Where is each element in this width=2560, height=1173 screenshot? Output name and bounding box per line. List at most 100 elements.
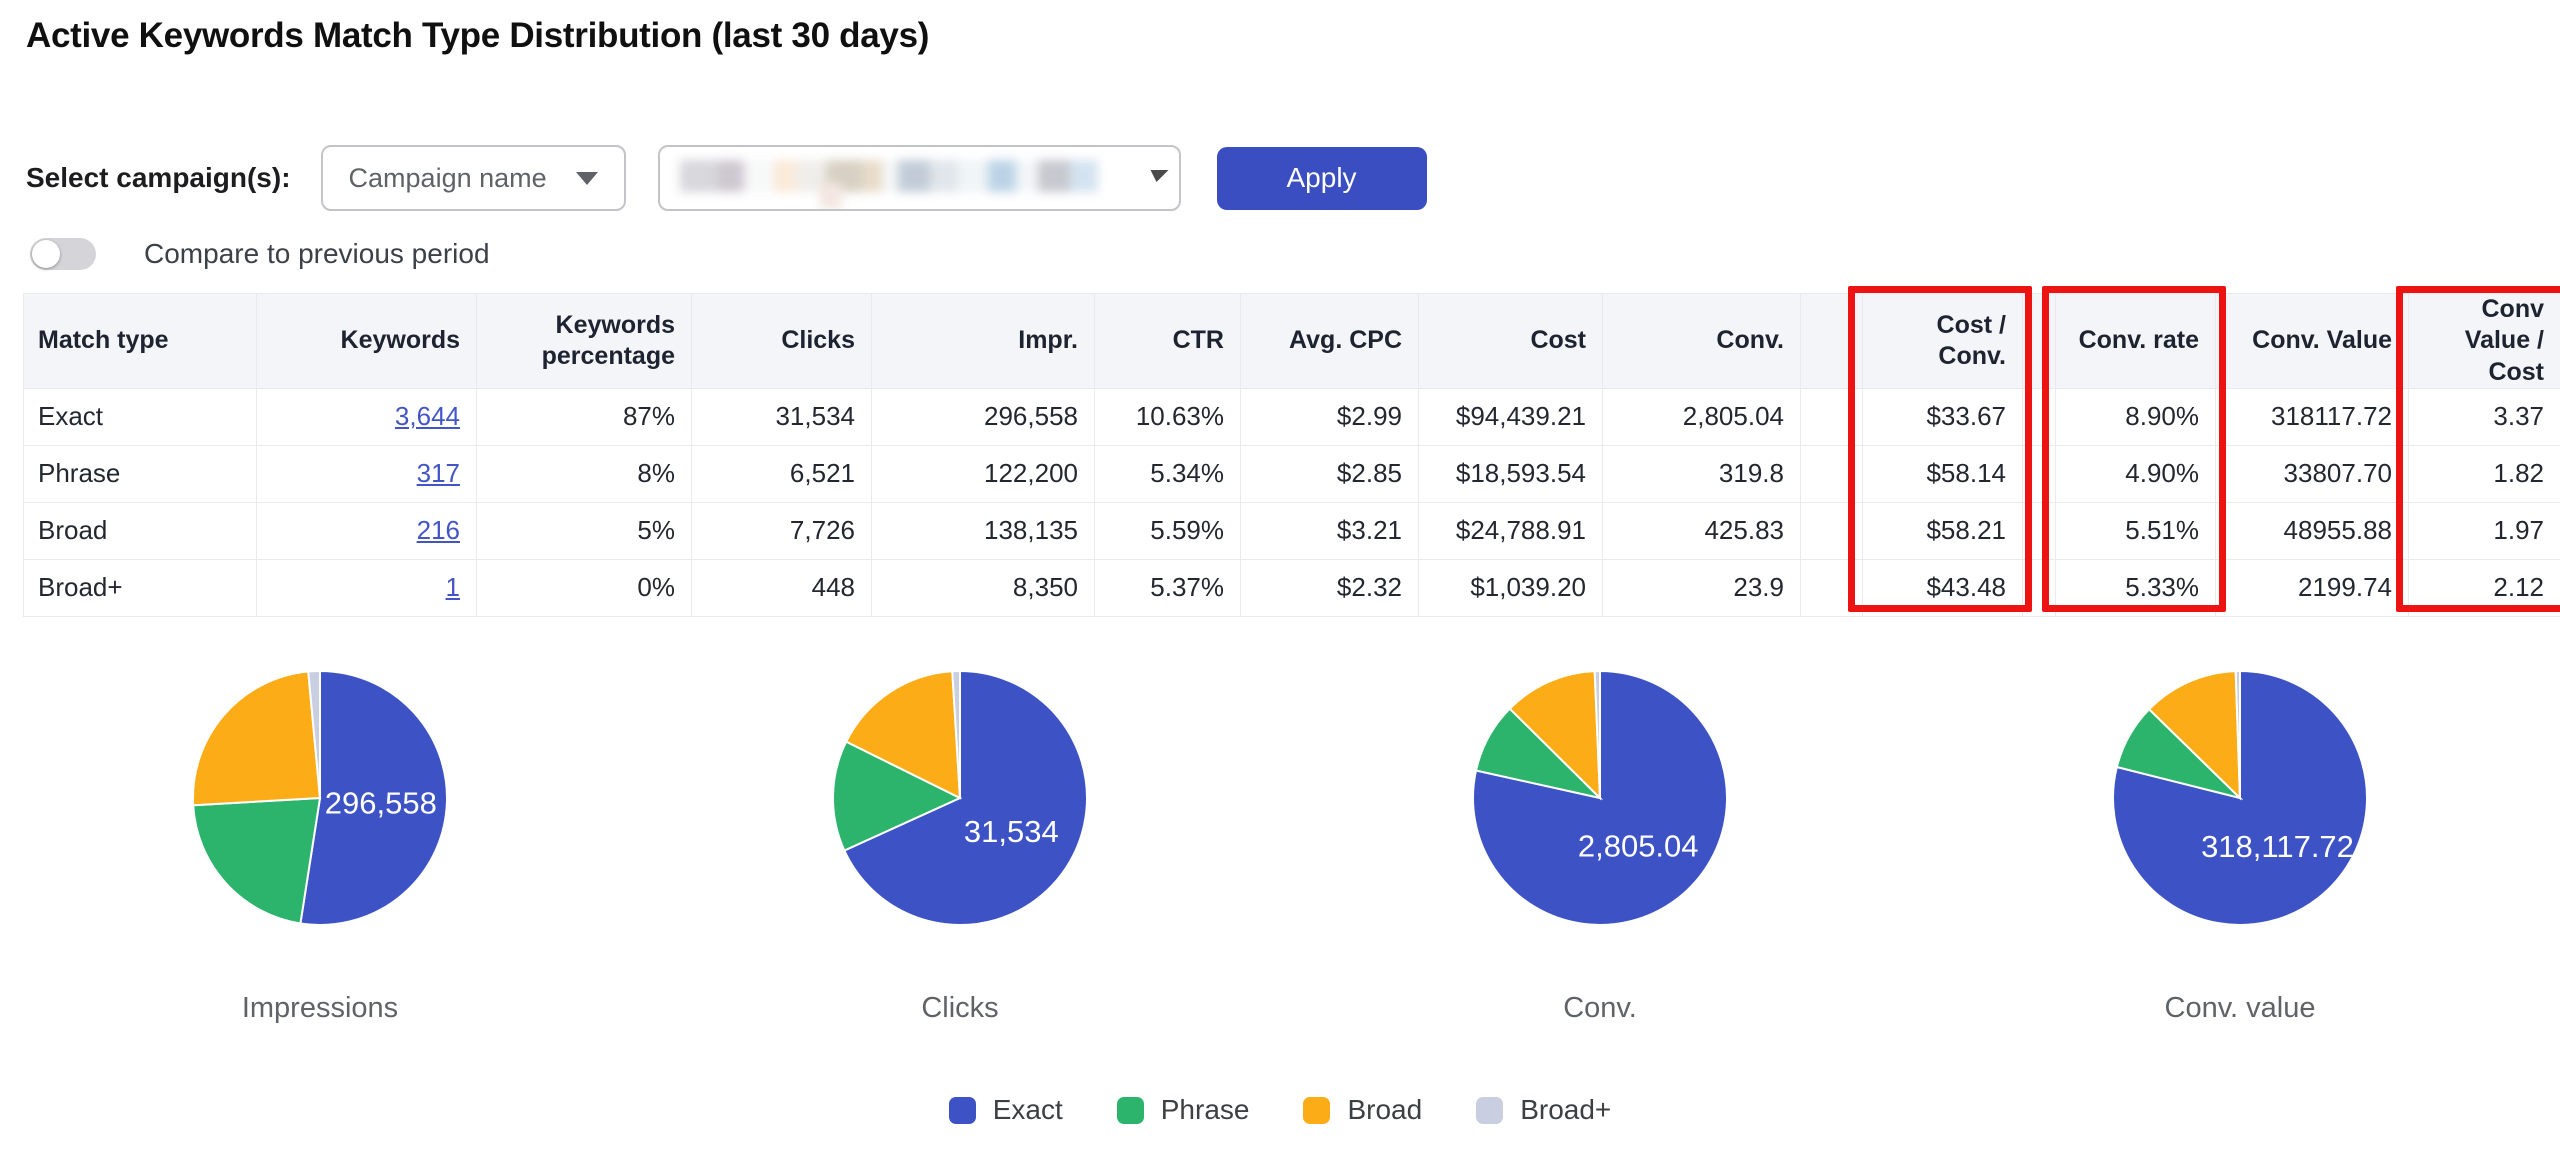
compare-toggle[interactable] — [30, 238, 96, 270]
apply-button[interactable]: Apply — [1217, 147, 1427, 210]
col-header-avg-cpc: Avg. CPC — [1241, 294, 1419, 389]
legend-swatch-icon — [949, 1097, 976, 1124]
campaign-select-input[interactable] — [658, 145, 1181, 211]
blurred-campaign-value — [680, 160, 1098, 194]
legend-item-phrase: Phrase — [1117, 1094, 1250, 1126]
compare-toggle-label: Compare to previous period — [144, 238, 490, 270]
keywords-count-link[interactable]: 1 — [446, 572, 460, 602]
col-header-conv-value-per-cost: Conv Value / Cost — [2409, 294, 2560, 389]
col-header-cost-per-conv: Cost / Conv. — [1863, 294, 2023, 389]
blurred-campaign-value — [820, 183, 842, 209]
pie-value-label: 296,558 — [325, 786, 437, 821]
cell-metric: 1.82 — [2409, 445, 2560, 502]
spacer-cell — [2023, 445, 2056, 502]
cell-metric: 23.9 — [1603, 559, 1801, 616]
col-header-keywords-percentage: Keywords percentage — [477, 294, 692, 389]
spacer-cell — [2023, 559, 2056, 616]
cell-metric: $2.32 — [1241, 559, 1419, 616]
legend-item-broad-plus: Broad+ — [1476, 1094, 1611, 1126]
legend-item-broad: Broad — [1303, 1094, 1422, 1126]
legend-label: Broad — [1347, 1094, 1422, 1126]
legend-swatch-icon — [1117, 1097, 1144, 1124]
keywords-table-wrap: Match type Keywords Keywords percentage … — [23, 293, 2560, 617]
cell-metric: 2199.74 — [2216, 559, 2409, 616]
col-header-conv: Conv. — [1603, 294, 1801, 389]
cell-metric: 8% — [477, 445, 692, 502]
cell-metric: 425.83 — [1603, 502, 1801, 559]
pie-chart-title: Impressions — [242, 992, 398, 1025]
table-row: Broad2165%7,726138,1355.59%$3.21$24,788.… — [24, 502, 2560, 559]
cell-metric: $58.14 — [1863, 445, 2023, 502]
pie-charts: 296,558 Impressions 31,534 Clicks 2,805.04 Co… — [0, 650, 2560, 1025]
cell-metric: 2,805.04 — [1603, 388, 1801, 445]
spacer-column — [2023, 294, 2056, 389]
keywords-count-link[interactable]: 3,644 — [395, 401, 460, 431]
dropdown-selected-value: Campaign name — [349, 163, 547, 194]
cell-metric: $43.48 — [1863, 559, 2023, 616]
pie-svg: 318,117.72 — [2110, 668, 2370, 928]
spacer-cell — [1801, 388, 1863, 445]
pie-value-label: 2,805.04 — [1578, 828, 1699, 863]
cell-keywords: 216 — [257, 502, 477, 559]
cell-keywords: 317 — [257, 445, 477, 502]
cell-metric: 6,521 — [692, 445, 872, 502]
cell-metric: $33.67 — [1863, 388, 2023, 445]
pie-svg: 31,534 — [830, 668, 1090, 928]
campaign-controls: Select campaign(s): Campaign name Apply — [26, 144, 1427, 212]
cell-metric: 5.37% — [1095, 559, 1241, 616]
pie-chart-impressions: 296,558 Impressions — [0, 650, 640, 1025]
cell-metric: 48955.88 — [2216, 502, 2409, 559]
legend-swatch-icon — [1476, 1097, 1503, 1124]
col-header-impr: Impr. — [872, 294, 1095, 389]
cell-match-type: Phrase — [24, 445, 257, 502]
cell-metric: 33807.70 — [2216, 445, 2409, 502]
cell-metric: 5.51% — [2056, 502, 2216, 559]
pie-slice-phrase — [193, 798, 320, 923]
table-row: Broad+10%4488,3505.37%$2.32$1,039.2023.9… — [24, 559, 2560, 616]
pie-chart-title: Clicks — [921, 992, 998, 1025]
pie-chart-title: Conv. — [1563, 992, 1637, 1025]
report-page: { "page": { "title": "Active Keywords Ma… — [0, 0, 2560, 1173]
cell-metric: 5% — [477, 502, 692, 559]
col-header-match-type: Match type — [24, 294, 257, 389]
table-row: Phrase3178%6,521122,2005.34%$2.85$18,593… — [24, 445, 2560, 502]
cell-metric: 138,135 — [872, 502, 1095, 559]
keywords-count-link[interactable]: 216 — [417, 515, 460, 545]
cell-metric: 31,534 — [692, 388, 872, 445]
cell-metric: 5.33% — [2056, 559, 2216, 616]
col-header-clicks: Clicks — [692, 294, 872, 389]
cell-keywords: 1 — [257, 559, 477, 616]
cell-metric: 1.97 — [2409, 502, 2560, 559]
cell-metric: 448 — [692, 559, 872, 616]
col-header-cost: Cost — [1419, 294, 1603, 389]
page-title: Active Keywords Match Type Distribution … — [26, 16, 929, 56]
cell-metric: $18,593.54 — [1419, 445, 1603, 502]
campaign-name-dropdown[interactable]: Campaign name — [321, 145, 626, 211]
cell-metric: 319.8 — [1603, 445, 1801, 502]
spacer-cell — [2023, 388, 2056, 445]
pie-chart-title: Conv. value — [2165, 992, 2316, 1025]
cell-metric: 4.90% — [2056, 445, 2216, 502]
pie-slice-broad — [193, 672, 320, 806]
cell-metric: 87% — [477, 388, 692, 445]
pie-svg: 296,558 — [190, 668, 450, 928]
pie-svg: 2,805.04 — [1470, 668, 1730, 928]
cell-metric: $58.21 — [1863, 502, 2023, 559]
select-campaigns-label: Select campaign(s): — [26, 162, 291, 194]
cell-metric: 8.90% — [2056, 388, 2216, 445]
cell-metric: $3.21 — [1241, 502, 1419, 559]
legend-label: Phrase — [1161, 1094, 1250, 1126]
cell-metric: 2.12 — [2409, 559, 2560, 616]
keywords-count-link[interactable]: 317 — [417, 458, 460, 488]
cell-metric: $24,788.91 — [1419, 502, 1603, 559]
table-row: Exact3,64487%31,534296,55810.63%$2.99$94… — [24, 388, 2560, 445]
spacer-cell — [1801, 502, 1863, 559]
legend-item-exact: Exact — [949, 1094, 1063, 1126]
cell-match-type: Broad+ — [24, 559, 257, 616]
spacer-column — [1801, 294, 1863, 389]
pie-value-label: 318,117.72 — [2201, 829, 2354, 864]
legend-label: Broad+ — [1520, 1094, 1611, 1126]
toggle-knob — [32, 240, 60, 268]
pie-chart-conv: 2,805.04 Conv. — [1280, 650, 1920, 1025]
cell-metric: $1,039.20 — [1419, 559, 1603, 616]
